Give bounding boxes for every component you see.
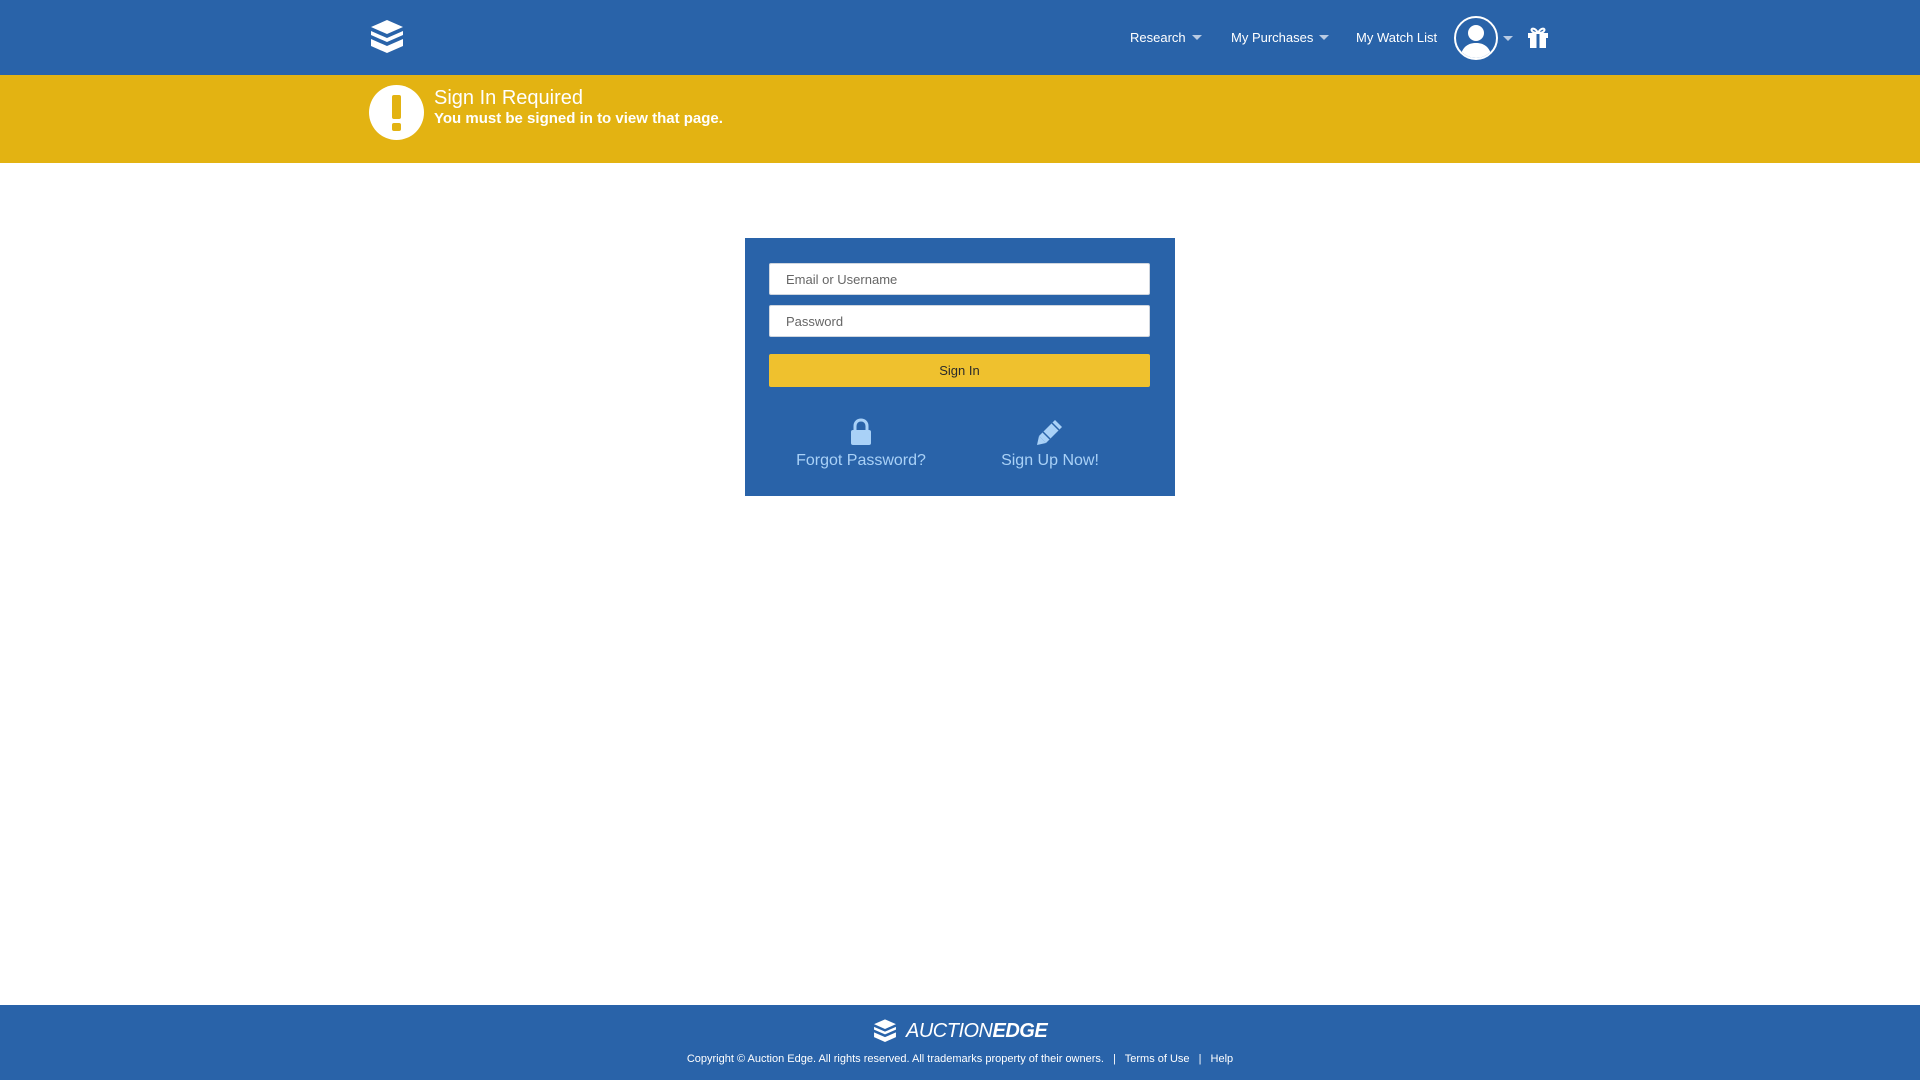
alert-message: You must be signed in to view that page. [434,110,723,127]
nav-my-purchases-label: My Purchases [1231,30,1314,45]
sign-up-now-link[interactable]: Sign Up Now! [985,418,1115,470]
nav-my-watch-list-link[interactable]: My Watch List [1356,0,1437,75]
nav-research-label: Research [1130,30,1186,45]
email-username-input[interactable] [769,263,1150,295]
lock-icon [851,418,871,445]
auction-edge-cube-icon [874,1019,896,1042]
user-avatar-icon [1454,16,1498,60]
brand-word-edge: EDGE [992,1019,1048,1042]
copyright-text: Copyright © Auction Edge. All rights res… [686,1053,1104,1065]
terms-of-use-link[interactable]: Terms of Use [1125,1053,1190,1065]
top-navigation-bar: Research My Purchases My Watch List [0,0,1920,75]
chevron-down-icon [1503,35,1513,41]
footer-separator: | [1113,1053,1116,1065]
nav-research-dropdown[interactable]: Research [1130,0,1202,75]
nav-my-purchases-dropdown[interactable]: My Purchases [1231,0,1330,75]
brand-word-auction: AUCTION [906,1019,993,1042]
forgot-password-label: Forgot Password? [796,452,926,469]
chevron-down-icon [1319,35,1330,40]
sign-in-required-alert [0,75,1920,163]
page-footer: AUCTIONEDGE Copyright © Auction Edge. Al… [0,1005,1920,1080]
password-input[interactable] [769,305,1150,337]
chevron-down-icon [1191,35,1202,40]
sign-in-button[interactable]: Sign In [769,354,1150,387]
gift-icon[interactable] [1526,25,1550,49]
auction-edge-cube-icon[interactable] [368,18,406,56]
alert-title: Sign In Required [434,87,583,109]
nav-my-watch-list-label: My Watch List [1356,30,1438,45]
forgot-password-link[interactable]: Forgot Password? [796,418,926,470]
auction-edge-logo: AUCTIONEDGE [872,1018,1048,1044]
sign-in-panel: Sign In Forgot Password? Sign Up Now! [745,238,1175,496]
pencil-icon [1037,420,1062,445]
footer-links: Copyright © Auction Edge. All rights res… [0,1053,1920,1065]
exclamation-icon [369,85,424,140]
help-link[interactable]: Help [1211,1053,1234,1065]
footer-separator: | [1198,1053,1202,1065]
user-menu-dropdown[interactable] [1454,16,1513,60]
sign-up-now-label: Sign Up Now! [1001,452,1099,469]
